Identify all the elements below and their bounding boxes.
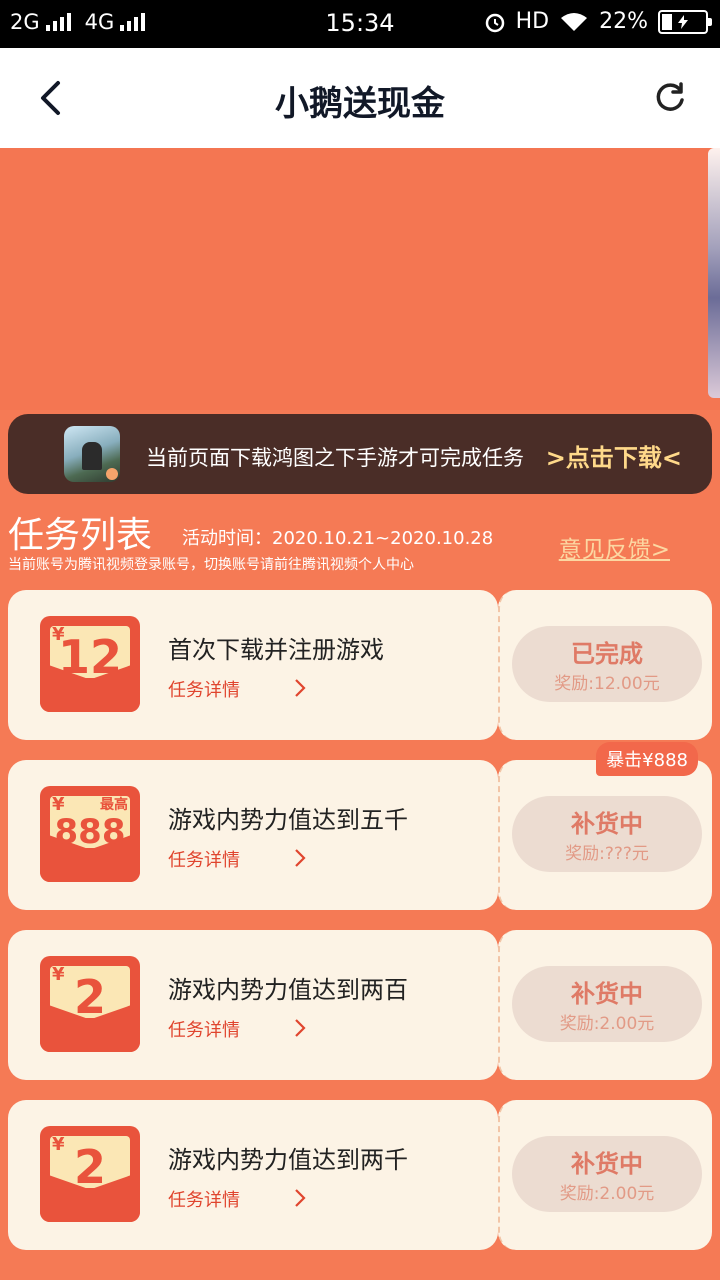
red-envelope-icon: ¥ 最高 888	[40, 786, 140, 882]
hd-label: HD	[515, 9, 550, 34]
status-button[interactable]: 已完成 奖励:12.00元	[512, 626, 702, 702]
game-app-icon	[64, 426, 120, 482]
download-bar[interactable]: 当前页面下载鸿图之下手游才可完成任务 >点击下载<	[8, 414, 712, 494]
banner-art	[708, 148, 720, 398]
reward-label: 奖励:???元	[565, 844, 649, 864]
task-status-area: 补货中 奖励:2.00元	[498, 1100, 712, 1250]
task-card: ¥ 12 首次下载并注册游戏 任务详情 已完成 奖励:12.00元	[8, 590, 712, 740]
account-note: 当前账号为腾讯视频登录账号，切换账号请前往腾讯视频个人中心	[8, 557, 414, 573]
crit-badge: 暴击¥888	[596, 742, 698, 776]
status-label: 已完成	[571, 640, 643, 668]
activity-time: 活动时间：2020.10.21~2020.10.28	[182, 528, 494, 549]
task-detail-link[interactable]: 任务详情	[168, 1016, 240, 1042]
reward-label: 奖励:2.00元	[559, 1014, 655, 1034]
reward-amount: 888	[54, 812, 126, 852]
task-detail-link[interactable]: 任务详情	[168, 1186, 240, 1212]
task-card: ¥ 最高 888 游戏内势力值达到五千 任务详情 暴击¥888 补货中 奖励:?…	[8, 742, 712, 910]
alarm-icon	[485, 13, 504, 32]
task-main[interactable]: ¥ 2 游戏内势力值达到两百 任务详情	[8, 930, 498, 1080]
red-envelope-icon: ¥ 12	[40, 616, 140, 712]
status-button[interactable]: 补货中 奖励:2.00元	[512, 966, 702, 1042]
task-card: ¥ 2 游戏内势力值达到两千 任务详情 补货中 奖励:2.00元	[8, 1100, 712, 1250]
chevron-right-icon	[295, 679, 306, 697]
max-label: 最高	[100, 797, 128, 813]
reward-amount: 2	[73, 970, 106, 1024]
reward-amount: 2	[73, 1140, 106, 1194]
reward-label: 奖励:12.00元	[554, 674, 660, 694]
battery-icon	[658, 9, 712, 34]
status-bar: 2G 4G 15:34 HD 22%	[0, 0, 720, 48]
wifi-icon	[561, 12, 588, 31]
refresh-icon	[656, 82, 684, 111]
page-title: 小鹅送现金	[275, 84, 445, 124]
task-card: ¥ 2 游戏内势力值达到两百 任务详情 补货中 奖励:2.00元	[8, 930, 712, 1080]
status-label: 补货中	[571, 980, 643, 1008]
download-link[interactable]: >点击下载<	[546, 438, 682, 473]
task-main[interactable]: ¥ 最高 888 游戏内势力值达到五千 任务详情	[8, 760, 498, 910]
status-label: 补货中	[571, 1150, 643, 1178]
task-name: 游戏内势力值达到五千	[168, 806, 408, 834]
chevron-right-icon	[295, 849, 306, 867]
status-button[interactable]: 补货中 奖励:2.00元	[512, 1136, 702, 1212]
task-detail-link[interactable]: 任务详情	[168, 846, 240, 872]
task-detail-link[interactable]: 任务详情	[168, 676, 240, 702]
banner	[0, 148, 720, 410]
task-name: 首次下载并注册游戏	[168, 636, 384, 664]
task-status-area: 补货中 奖励:2.00元	[498, 930, 712, 1080]
task-name: 游戏内势力值达到两百	[168, 976, 408, 1004]
status-icons: HD 22%	[484, 9, 712, 34]
chevron-right-icon	[295, 1189, 306, 1207]
status-button[interactable]: 补货中 奖励:???元	[512, 796, 702, 872]
task-status-area: 暴击¥888 补货中 奖励:???元	[498, 742, 712, 910]
task-main[interactable]: ¥ 2 游戏内势力值达到两千 任务详情	[8, 1100, 498, 1250]
download-hint: 当前页面下载鸿图之下手游才可完成任务	[146, 446, 524, 470]
task-main[interactable]: ¥ 12 首次下载并注册游戏 任务详情	[8, 590, 498, 740]
chevron-right-icon	[295, 1019, 306, 1037]
refresh-button[interactable]	[642, 70, 698, 126]
reward-amount: 12	[57, 630, 122, 684]
reward-label: 奖励:2.00元	[559, 1184, 655, 1204]
nav-bar: 小鹅送现金	[0, 48, 720, 148]
red-envelope-icon: ¥ 2	[40, 956, 140, 1052]
status-label: 补货中	[571, 810, 643, 838]
task-status-area: 已完成 奖励:12.00元	[498, 590, 712, 740]
task-list-title: 任务列表	[8, 515, 153, 556]
battery-percent: 22%	[599, 9, 648, 34]
feedback-link[interactable]: 意见反馈>	[559, 530, 670, 564]
red-envelope-icon: ¥ 2	[40, 1126, 140, 1222]
task-name: 游戏内势力值达到两千	[168, 1146, 408, 1174]
